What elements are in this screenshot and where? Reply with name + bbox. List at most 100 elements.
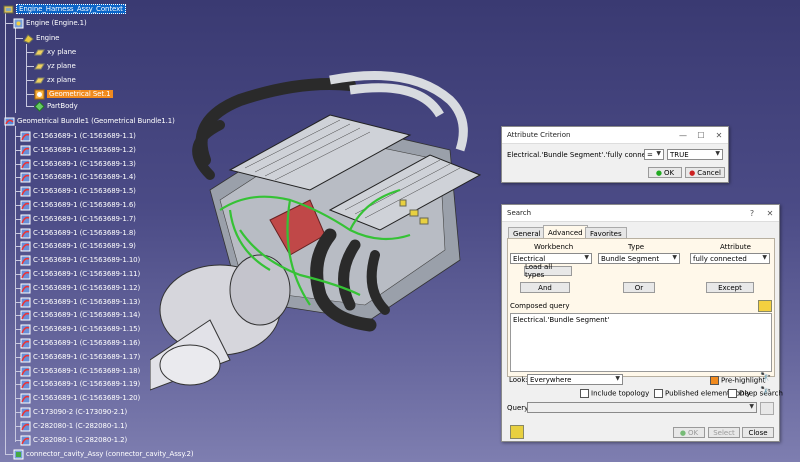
bundle-segment-icon	[20, 421, 31, 431]
type-select[interactable]: Bundle Segment ▼	[598, 253, 680, 264]
prehighlight-checkbox[interactable]	[710, 376, 719, 385]
binoculars-icon[interactable]: 🔭	[760, 387, 772, 397]
search-title: Search	[507, 209, 532, 217]
close-icon[interactable]: ✕	[710, 131, 728, 140]
tree-engine-part[interactable]: Engine	[23, 32, 60, 44]
help-icon[interactable]: ?	[743, 209, 761, 218]
partbody-icon	[34, 100, 45, 112]
bundle-icon	[4, 117, 15, 125]
tree-bundle-segment[interactable]: C-1563689-1 (C-1563689-1.2)	[20, 144, 136, 156]
or-button[interactable]: Or	[623, 282, 655, 293]
ok-icon: ●	[679, 428, 686, 437]
maximize-icon[interactable]: ☐	[692, 131, 710, 140]
attribute-select[interactable]: fully connected ▼	[690, 253, 770, 264]
close-button[interactable]: Close	[742, 427, 774, 438]
chevron-down-icon: ▼	[749, 403, 754, 410]
published-only-checkbox[interactable]	[654, 389, 663, 398]
tree-bundle-segment[interactable]: C-1563689-1 (C-1563689-1.10)	[20, 254, 140, 266]
tree-partbody[interactable]: PartBody	[34, 100, 78, 112]
look-select[interactable]: Everywhere ▼	[527, 374, 623, 385]
tree-bundle-segment-label: C-173090-2 (C-173090-2.1)	[33, 408, 128, 416]
tree-bundle-segment[interactable]: C-173090-2 (C-173090-2.1)	[20, 406, 127, 418]
tree-plane-xy[interactable]: xy plane	[34, 46, 76, 58]
include-topology-checkbox[interactable]	[580, 389, 589, 398]
tree-partbody-label: PartBody	[47, 102, 78, 110]
bundle-segment-icon	[20, 324, 31, 334]
prehighlight-option[interactable]: Pre-highlight	[710, 376, 765, 385]
operator-value: =	[647, 150, 653, 159]
chevron-down-icon: ▼	[672, 254, 677, 261]
tree-bundle-segment[interactable]: C-1563689-1 (C-1563689-1.8)	[20, 227, 136, 239]
tree-bundle-segment[interactable]: C-1563689-1 (C-1563689-1.3)	[20, 158, 136, 170]
tree-bundle-segment[interactable]: C-1563689-1 (C-1563689-1.18)	[20, 365, 140, 377]
engine-3d-model[interactable]	[150, 60, 510, 400]
attr-cancel-button[interactable]: ● Cancel	[685, 167, 725, 178]
minimize-icon[interactable]: —	[674, 131, 692, 140]
composed-query-field[interactable]: Electrical.'Bundle Segment'	[510, 313, 772, 372]
tree-bundle-segment[interactable]: C-1563689-1 (C-1563689-1.12)	[20, 282, 140, 294]
type-label: Type	[628, 243, 645, 251]
favorite-icon[interactable]	[760, 402, 774, 415]
eraser-icon[interactable]	[758, 300, 772, 312]
search-ok-button[interactable]: ● OK	[673, 427, 705, 438]
attribute-criterion-titlebar: Attribute Criterion — ☐ ✕	[502, 127, 728, 144]
tree-bundle-segment[interactable]: C-1563689-1 (C-1563689-1.15)	[20, 323, 140, 335]
tree-bundle-segment-label: C-1563689-1 (C-1563689-1.10)	[33, 256, 141, 264]
tree-bundle-segment[interactable]: C-282080-1 (C-282080-1.2)	[20, 434, 127, 446]
search-dialog: Search ? ✕ General Advanced Favorites Wo…	[501, 204, 783, 442]
tree-root[interactable]: Engine_Harness_Assy_Context	[3, 3, 126, 15]
product-icon	[13, 18, 24, 28]
tree-bundle-segment[interactable]: C-1563689-1 (C-1563689-1.13)	[20, 296, 140, 308]
tree-bundle-segment[interactable]: C-1563689-1 (C-1563689-1.4)	[20, 171, 136, 183]
tree-plane-yz[interactable]: yz plane	[34, 60, 76, 72]
tree-bundle-segment-label: C-1563689-1 (C-1563689-1.13)	[33, 298, 141, 306]
tree-geoset-label: Geometrical Set.1	[47, 90, 113, 98]
tree-engine-instance[interactable]: Engine (Engine.1)	[13, 17, 87, 29]
load-all-types-button[interactable]: Load all types	[524, 263, 572, 279]
tree-bundle-segment[interactable]: C-1563689-1 (C-1563689-1.5)	[20, 185, 136, 197]
look-value: Everywhere	[530, 375, 572, 384]
tab-advanced[interactable]: Advanced	[543, 225, 588, 239]
tree-bundle-segment[interactable]: C-1563689-1 (C-1563689-1.11)	[20, 268, 140, 280]
tree-bundle-segment-label: C-1563689-1 (C-1563689-1.9)	[33, 242, 136, 250]
tree-bundle-segment[interactable]: C-1563689-1 (C-1563689-1.17)	[20, 351, 140, 363]
tree-root-label: Engine_Harness_Assy_Context	[16, 4, 126, 14]
deep-search-option[interactable]: Deep search	[728, 389, 783, 398]
tree-bundle-segment-label: C-1563689-1 (C-1563689-1.2)	[33, 146, 136, 154]
except-button[interactable]: Except	[706, 282, 754, 293]
attr-ok-button[interactable]: ● OK	[648, 167, 682, 178]
tree-plane-zx[interactable]: zx plane	[34, 74, 76, 86]
value-select[interactable]: TRUE ▼	[667, 149, 723, 160]
tree-bundle-segment[interactable]: C-1563689-1 (C-1563689-1.6)	[20, 199, 136, 211]
bundle-segment-icon	[20, 255, 31, 265]
cancel-icon: ●	[689, 168, 696, 177]
tree-bundle-segment[interactable]: C-1563689-1 (C-1563689-1.7)	[20, 213, 136, 225]
tree-bundle-segment[interactable]: C-1563689-1 (C-1563689-1.9)	[20, 240, 136, 252]
query-select[interactable]: ▼	[527, 402, 757, 413]
workbench-value: Electrical	[513, 254, 546, 263]
bundle-segment-icon	[20, 297, 31, 307]
tree-plane-label: zx plane	[47, 76, 76, 84]
tree-bundle-segment[interactable]: C-282080-1 (C-282080-1.1)	[20, 420, 127, 432]
chevron-down-icon: ▼	[762, 254, 767, 261]
bundle-segment-icon	[20, 435, 31, 445]
close-icon[interactable]: ✕	[761, 209, 779, 218]
operator-select[interactable]: = ▼	[644, 149, 664, 160]
plane-icon	[34, 77, 45, 83]
tree-bundle-segment[interactable]: C-1563689-1 (C-1563689-1.16)	[20, 337, 140, 349]
select-button[interactable]: Select	[708, 427, 740, 438]
connector-icon	[13, 449, 24, 459]
and-button[interactable]: And	[520, 282, 570, 293]
bundle-segment-icon	[20, 283, 31, 293]
deep-search-checkbox[interactable]	[728, 389, 737, 398]
tree-geoset[interactable]: Geometrical Set.1	[34, 88, 113, 100]
tree-bundle-segment[interactable]: C-1563689-1 (C-1563689-1.14)	[20, 309, 140, 321]
tree-bundle-segment[interactable]: C-1563689-1 (C-1563689-1.20)	[20, 392, 140, 404]
tree-bundle-segment[interactable]: C-1563689-1 (C-1563689-1.1)	[20, 130, 136, 142]
tree-connector[interactable]: connector_cavity_Assy (connector_cavity_…	[13, 448, 194, 460]
binoculars-icon[interactable]: 🔭	[760, 373, 772, 383]
tree-engine-instance-label: Engine (Engine.1)	[26, 19, 87, 27]
include-topology-option[interactable]: Include topology	[580, 389, 649, 398]
plane-icon	[34, 49, 45, 55]
tree-bundle-segment[interactable]: C-1563689-1 (C-1563689-1.19)	[20, 378, 140, 390]
